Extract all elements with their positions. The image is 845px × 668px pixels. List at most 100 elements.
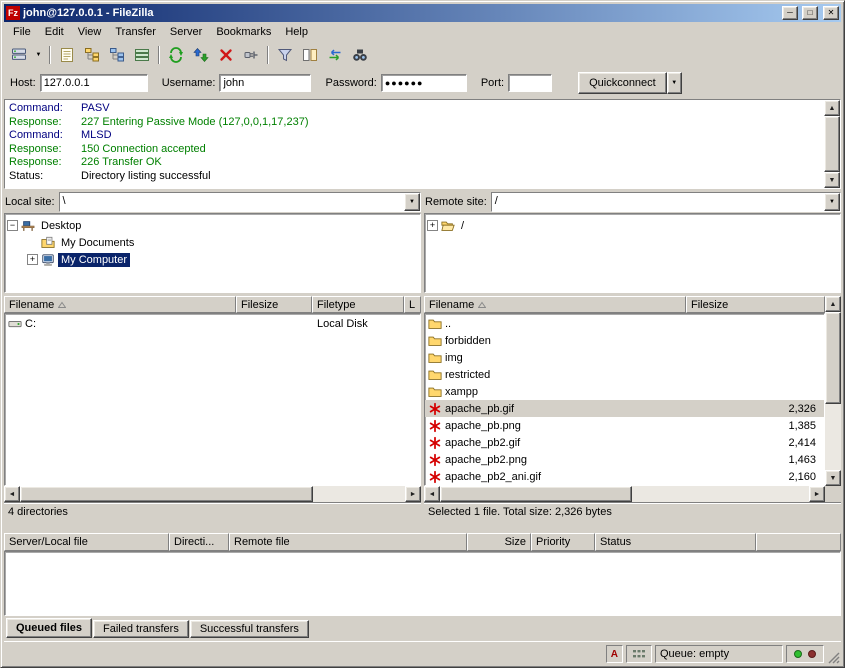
column-header-filetype[interactable]: Filetype <box>312 296 404 313</box>
column-header-status[interactable]: Status <box>595 533 756 551</box>
tree-item-root[interactable]: + / <box>427 217 838 234</box>
filter-button[interactable] <box>273 44 297 66</box>
chevron-down-icon[interactable]: ▼ <box>404 193 420 211</box>
toggle-remote-tree-button[interactable] <box>105 44 129 66</box>
file-row-selected[interactable]: apache_pb.gif2,326 <box>425 400 824 417</box>
port-input[interactable] <box>508 74 552 92</box>
file-row[interactable]: apache_pb2.gif2,414 <box>425 434 824 451</box>
column-header-priority[interactable]: Priority <box>531 533 595 551</box>
scroll-left-icon[interactable]: ◄ <box>4 486 20 502</box>
tree-item-desktop[interactable]: − Desktop <box>7 217 418 234</box>
scrollbar-thumb[interactable] <box>825 312 841 404</box>
expand-icon[interactable]: + <box>27 254 38 265</box>
scroll-up-icon[interactable]: ▲ <box>825 296 841 312</box>
tab-successful-transfers[interactable]: Successful transfers <box>190 620 309 638</box>
local-site-combo[interactable]: \ ▼ <box>59 192 421 212</box>
toggle-local-tree-button[interactable] <box>80 44 104 66</box>
remote-tree[interactable]: + / <box>424 213 841 293</box>
scroll-left-icon[interactable]: ◄ <box>424 486 440 502</box>
scroll-down-icon[interactable]: ▼ <box>824 172 840 188</box>
column-header-remote-file[interactable]: Remote file <box>229 533 467 551</box>
password-input[interactable] <box>381 74 467 92</box>
titlebar[interactable]: Fz john@127.0.0.1 - FileZilla ─ □ ✕ <box>4 4 841 22</box>
chevron-down-icon[interactable]: ▼ <box>824 193 840 211</box>
column-header-lastmodified[interactable]: L <box>404 296 421 313</box>
column-header-filesize[interactable]: Filesize <box>236 296 312 313</box>
queue-header: Server/Local file Directi... Remote file… <box>4 533 841 551</box>
toggle-message-log-button[interactable] <box>55 44 79 66</box>
file-row[interactable]: xampp <box>425 383 824 400</box>
remote-site-combo[interactable]: / ▼ <box>491 192 841 212</box>
menu-file[interactable]: File <box>6 24 38 40</box>
column-header-filename[interactable]: Filename <box>424 296 686 313</box>
remote-status-text: Selected 1 file. Total size: 2,326 bytes <box>424 502 841 521</box>
column-header-filename[interactable]: Filename <box>4 296 236 313</box>
compare-button[interactable] <box>298 44 322 66</box>
menu-help[interactable]: Help <box>278 24 315 40</box>
local-list-header: Filename Filesize Filetype L <box>4 296 421 313</box>
scroll-down-icon[interactable]: ▼ <box>825 470 841 486</box>
quickconnect-dropdown[interactable]: ▼ <box>667 72 682 94</box>
menu-transfer[interactable]: Transfer <box>108 24 163 40</box>
cancel-icon <box>218 47 234 63</box>
site-manager-button[interactable] <box>7 44 31 66</box>
resize-grip[interactable] <box>827 651 840 664</box>
log-line: Status:Directory listing successful <box>9 170 820 184</box>
activity-indicator-panel <box>786 645 824 663</box>
remote-vscrollbar[interactable]: ▲ ▼ <box>825 296 841 486</box>
username-input[interactable] <box>219 74 311 92</box>
menu-edit[interactable]: Edit <box>38 24 71 40</box>
close-button[interactable]: ✕ <box>823 6 839 20</box>
scroll-up-icon[interactable]: ▲ <box>824 100 840 116</box>
scrollbar-thumb[interactable] <box>824 116 840 172</box>
cancel-button[interactable] <box>214 44 238 66</box>
scrollbar-thumb[interactable] <box>20 486 313 502</box>
scroll-right-icon[interactable]: ► <box>809 486 825 502</box>
remote-hscrollbar[interactable]: ◄ ► <box>424 486 825 502</box>
remote-file-list[interactable]: .. forbidden img restricted xampp apache… <box>424 313 825 486</box>
file-row[interactable]: C: Local Disk <box>5 315 420 332</box>
menu-bookmarks[interactable]: Bookmarks <box>209 24 278 40</box>
collapse-icon[interactable]: − <box>7 220 18 231</box>
queue-icon <box>134 47 150 63</box>
expand-icon[interactable]: + <box>427 220 438 231</box>
file-row[interactable]: apache_pb2_ani.gif2,160 <box>425 468 824 485</box>
log-line: Response:226 Transfer OK <box>9 156 820 170</box>
scrollbar-thumb[interactable] <box>440 486 632 502</box>
menu-view[interactable]: View <box>71 24 109 40</box>
log-line: Command:MLSD <box>9 129 820 143</box>
local-file-list[interactable]: C: Local Disk <box>4 313 421 486</box>
quickconnect-button[interactable]: Quickconnect <box>578 72 667 94</box>
disconnect-button[interactable] <box>239 44 263 66</box>
refresh-button[interactable] <box>164 44 188 66</box>
sync-browse-button[interactable] <box>323 44 347 66</box>
site-manager-dropdown[interactable]: ▼ <box>32 44 45 66</box>
file-row[interactable]: img <box>425 349 824 366</box>
menu-server[interactable]: Server <box>163 24 209 40</box>
column-header-direction[interactable]: Directi... <box>169 533 229 551</box>
file-row[interactable]: .. <box>425 315 824 332</box>
tree-item-my-computer[interactable]: + My Computer <box>7 251 418 268</box>
transfer-queue-list[interactable] <box>4 551 841 616</box>
file-row[interactable]: apache_pb2.png1,463 <box>425 451 824 468</box>
column-header-filesize[interactable]: Filesize <box>686 296 825 313</box>
local-hscrollbar[interactable]: ◄ ► <box>4 486 421 502</box>
find-button[interactable] <box>348 44 372 66</box>
tab-queued-files[interactable]: Queued files <box>6 618 92 638</box>
process-queue-button[interactable] <box>189 44 213 66</box>
host-input[interactable] <box>40 74 148 92</box>
maximize-button[interactable]: □ <box>802 6 818 20</box>
file-row[interactable]: restricted <box>425 366 824 383</box>
toggle-queue-button[interactable] <box>130 44 154 66</box>
column-header-server-local-file[interactable]: Server/Local file <box>4 533 169 551</box>
tab-failed-transfers[interactable]: Failed transfers <box>93 620 189 638</box>
minimize-button[interactable]: ─ <box>782 6 798 20</box>
file-row[interactable]: apache_pb.png1,385 <box>425 417 824 434</box>
computer-icon <box>41 253 55 267</box>
column-header-size[interactable]: Size <box>467 533 531 551</box>
local-tree[interactable]: − Desktop My Documents + My Computer <box>4 213 421 293</box>
log-scrollbar[interactable]: ▲ ▼ <box>824 100 840 188</box>
tree-item-my-documents[interactable]: My Documents <box>7 234 418 251</box>
scroll-right-icon[interactable]: ► <box>405 486 421 502</box>
file-row[interactable]: forbidden <box>425 332 824 349</box>
